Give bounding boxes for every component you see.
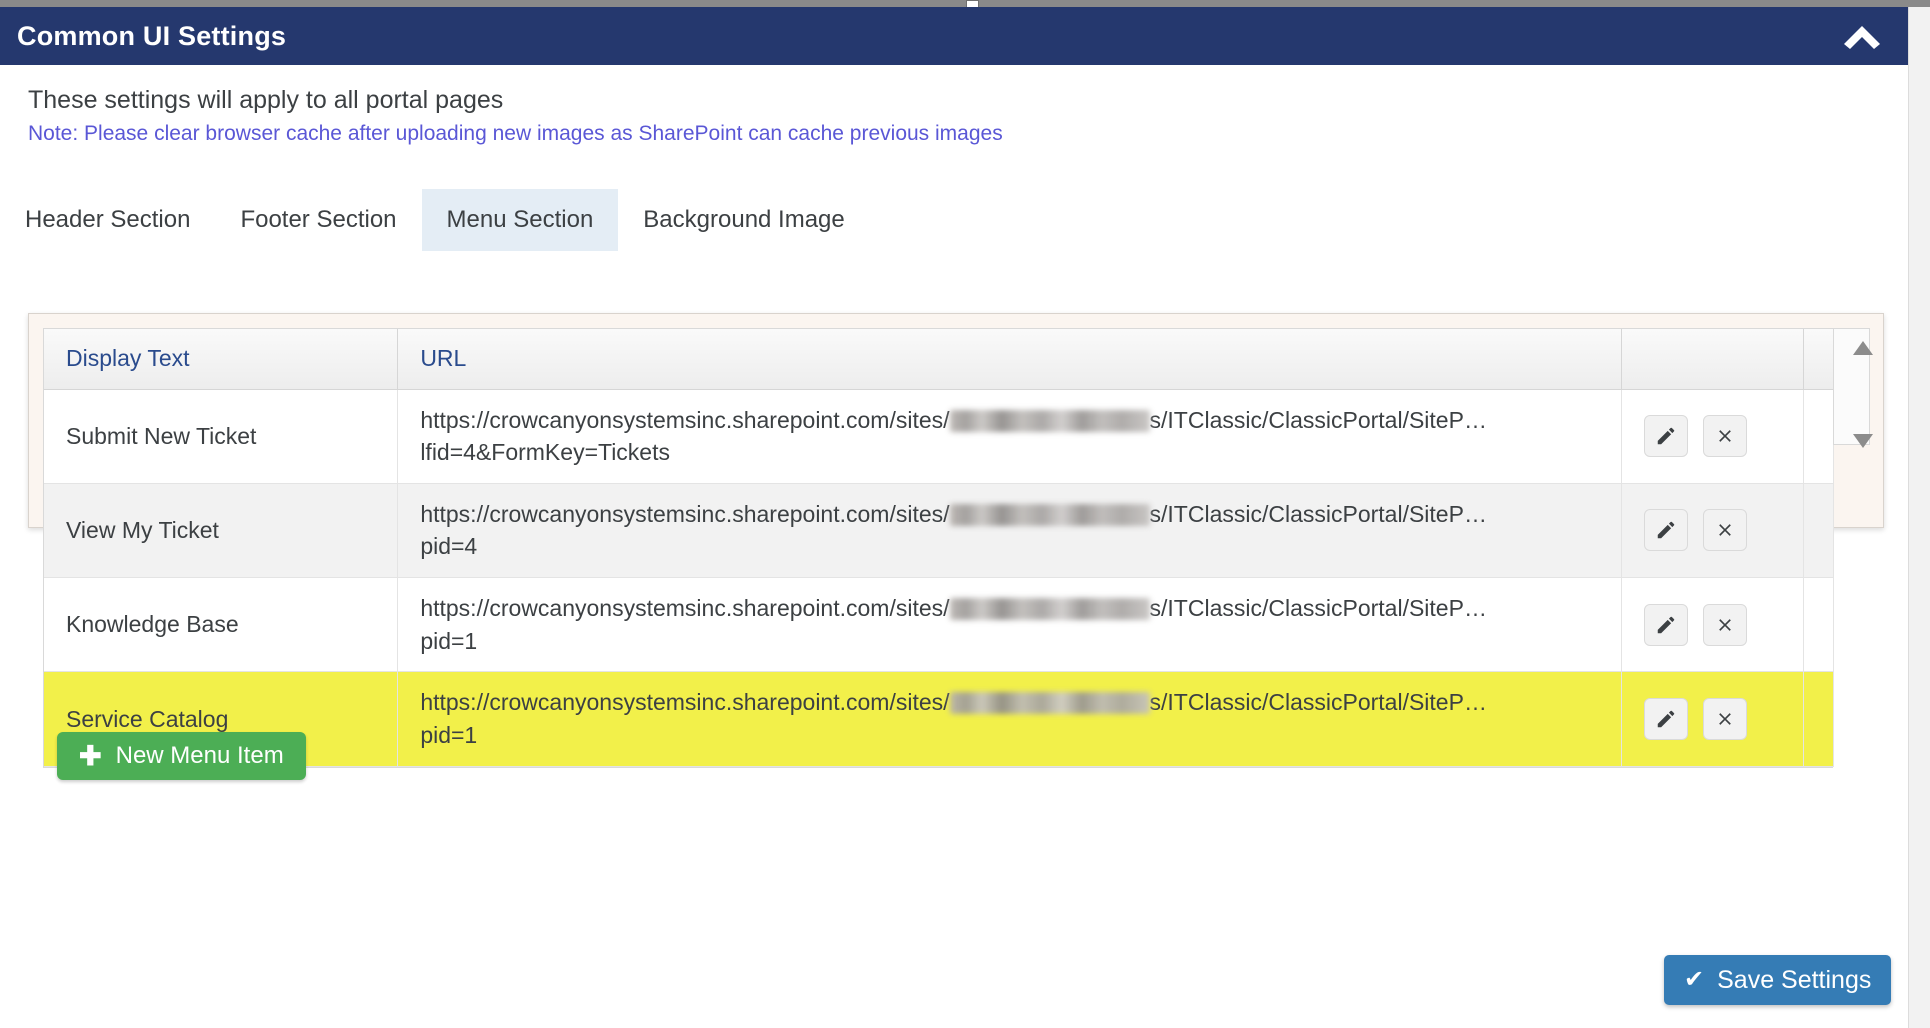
pencil-icon xyxy=(1655,425,1677,447)
cell-display-text: Submit New Ticket xyxy=(44,389,399,484)
cell-url: https://crowcanyonsystemsinc.sharepoint.… xyxy=(397,671,1622,767)
edit-row-button[interactable] xyxy=(1643,509,1688,552)
delete-row-button[interactable] xyxy=(1703,415,1748,458)
delete-row-button[interactable] xyxy=(1703,509,1748,552)
url-prefix: https://crowcanyonsystemsinc.sharepoint.… xyxy=(420,500,950,527)
cell-spacer xyxy=(1803,671,1835,767)
close-icon xyxy=(1715,615,1735,635)
pencil-icon xyxy=(1655,614,1677,636)
redacted-site-name xyxy=(949,409,1150,432)
browser-top-strip xyxy=(0,0,1930,11)
new-menu-item-button[interactable]: ✚ New Menu Item xyxy=(57,732,306,780)
pencil-icon xyxy=(1655,708,1677,730)
cell-url: https://crowcanyonsystemsinc.sharepoint.… xyxy=(397,389,1622,484)
cell-spacer xyxy=(1803,577,1835,673)
new-menu-item-label: New Menu Item xyxy=(115,742,284,769)
url-line2: pid=4 xyxy=(420,533,478,560)
cache-note: Note: Please clear browser cache after u… xyxy=(28,122,1003,145)
menu-items-table: Display Text URL Submit New Ticket https… xyxy=(44,329,1835,767)
app-root: Common UI Settings These settings will a… xyxy=(0,0,1930,1028)
page-scrollbar[interactable] xyxy=(1908,7,1930,1028)
edit-row-button[interactable] xyxy=(1643,603,1688,646)
settings-card-body: These settings will apply to all portal … xyxy=(0,65,1908,965)
tab-label: Background Image xyxy=(643,206,845,233)
cell-display-text: View My Ticket xyxy=(44,483,399,579)
url-suffix: s/ITClassic/ClassicPortal/SiteP… xyxy=(1149,500,1487,527)
tab-label: Footer Section xyxy=(240,206,397,233)
delete-row-button[interactable] xyxy=(1703,603,1748,646)
window-titlebar: Common UI Settings xyxy=(0,7,1908,65)
menu-section-panel: Display Text URL Submit New Ticket https… xyxy=(28,313,1884,780)
url-line2: pid=1 xyxy=(420,722,478,749)
page-title: Common UI Settings xyxy=(17,20,287,51)
tab-menu-section[interactable]: Menu Section xyxy=(421,189,619,251)
url-prefix: https://crowcanyonsystemsinc.sharepoint.… xyxy=(420,595,950,622)
cell-actions xyxy=(1621,577,1804,673)
column-header-url[interactable]: URL xyxy=(397,329,1622,390)
edit-row-button[interactable] xyxy=(1643,415,1688,458)
table-row[interactable]: Service Catalog https://crowcanyonsystem… xyxy=(44,671,1835,767)
tab-background-image[interactable]: Background Image xyxy=(618,189,869,251)
cell-display-text: Knowledge Base xyxy=(44,577,399,673)
cell-url: https://crowcanyonsystemsinc.sharepoint.… xyxy=(397,577,1622,673)
cell-spacer xyxy=(1803,483,1835,579)
url-suffix: s/ITClassic/ClassicPortal/SiteP… xyxy=(1149,406,1487,433)
tab-bar: Header Section Footer Section Menu Secti… xyxy=(0,189,870,251)
cell-spacer xyxy=(1803,389,1835,484)
table-row[interactable]: View My Ticket https://crowcanyonsystems… xyxy=(44,483,1835,579)
cell-actions xyxy=(1621,389,1804,484)
close-icon xyxy=(1715,520,1735,540)
column-header-display-text[interactable]: Display Text xyxy=(44,329,399,390)
menu-grid-container: Display Text URL Submit New Ticket https… xyxy=(43,328,1873,780)
edit-row-button[interactable] xyxy=(1643,698,1688,741)
url-suffix: s/ITClassic/ClassicPortal/SiteP… xyxy=(1149,595,1487,622)
menu-items-grid: Display Text URL Submit New Ticket https… xyxy=(43,328,1835,768)
redacted-site-name xyxy=(949,692,1150,715)
redacted-site-name xyxy=(949,598,1150,621)
tab-header-section[interactable]: Header Section xyxy=(0,189,215,251)
chevron-up-icon xyxy=(1842,24,1882,50)
cell-url: https://crowcanyonsystemsinc.sharepoint.… xyxy=(397,483,1622,579)
plus-icon: ✚ xyxy=(79,740,102,771)
column-header-actions xyxy=(1621,329,1804,390)
tab-footer-section[interactable]: Footer Section xyxy=(215,189,421,251)
url-prefix: https://crowcanyonsystemsinc.sharepoint.… xyxy=(420,406,950,433)
pencil-icon xyxy=(1655,519,1677,541)
tab-label: Menu Section xyxy=(446,206,594,233)
tab-label: Header Section xyxy=(25,206,191,233)
table-header-row: Display Text URL xyxy=(44,329,1835,390)
close-icon xyxy=(1715,709,1735,729)
redacted-site-name xyxy=(949,503,1150,526)
table-row[interactable]: Knowledge Base https://crowcanyonsystems… xyxy=(44,577,1835,673)
url-suffix: s/ITClassic/ClassicPortal/SiteP… xyxy=(1149,689,1487,716)
url-prefix: https://crowcanyonsystemsinc.sharepoint.… xyxy=(420,689,950,716)
cell-actions xyxy=(1621,483,1804,579)
check-icon: ✔ xyxy=(1684,966,1705,993)
url-line2: lfid=4&FormKey=Tickets xyxy=(420,439,670,466)
collapse-panel-button[interactable] xyxy=(1838,20,1886,54)
url-line2: pid=1 xyxy=(420,627,478,654)
save-settings-button[interactable]: ✔ Save Settings xyxy=(1664,955,1892,1005)
delete-row-button[interactable] xyxy=(1703,698,1748,741)
cell-actions xyxy=(1621,671,1804,767)
table-row[interactable]: Submit New Ticket https://crowcanyonsyst… xyxy=(44,389,1835,484)
column-header-spacer xyxy=(1803,329,1835,390)
settings-description: These settings will apply to all portal … xyxy=(28,86,504,114)
grid-vertical-scrollbar[interactable] xyxy=(1833,328,1873,448)
close-icon xyxy=(1715,426,1735,446)
save-settings-label: Save Settings xyxy=(1717,965,1872,994)
